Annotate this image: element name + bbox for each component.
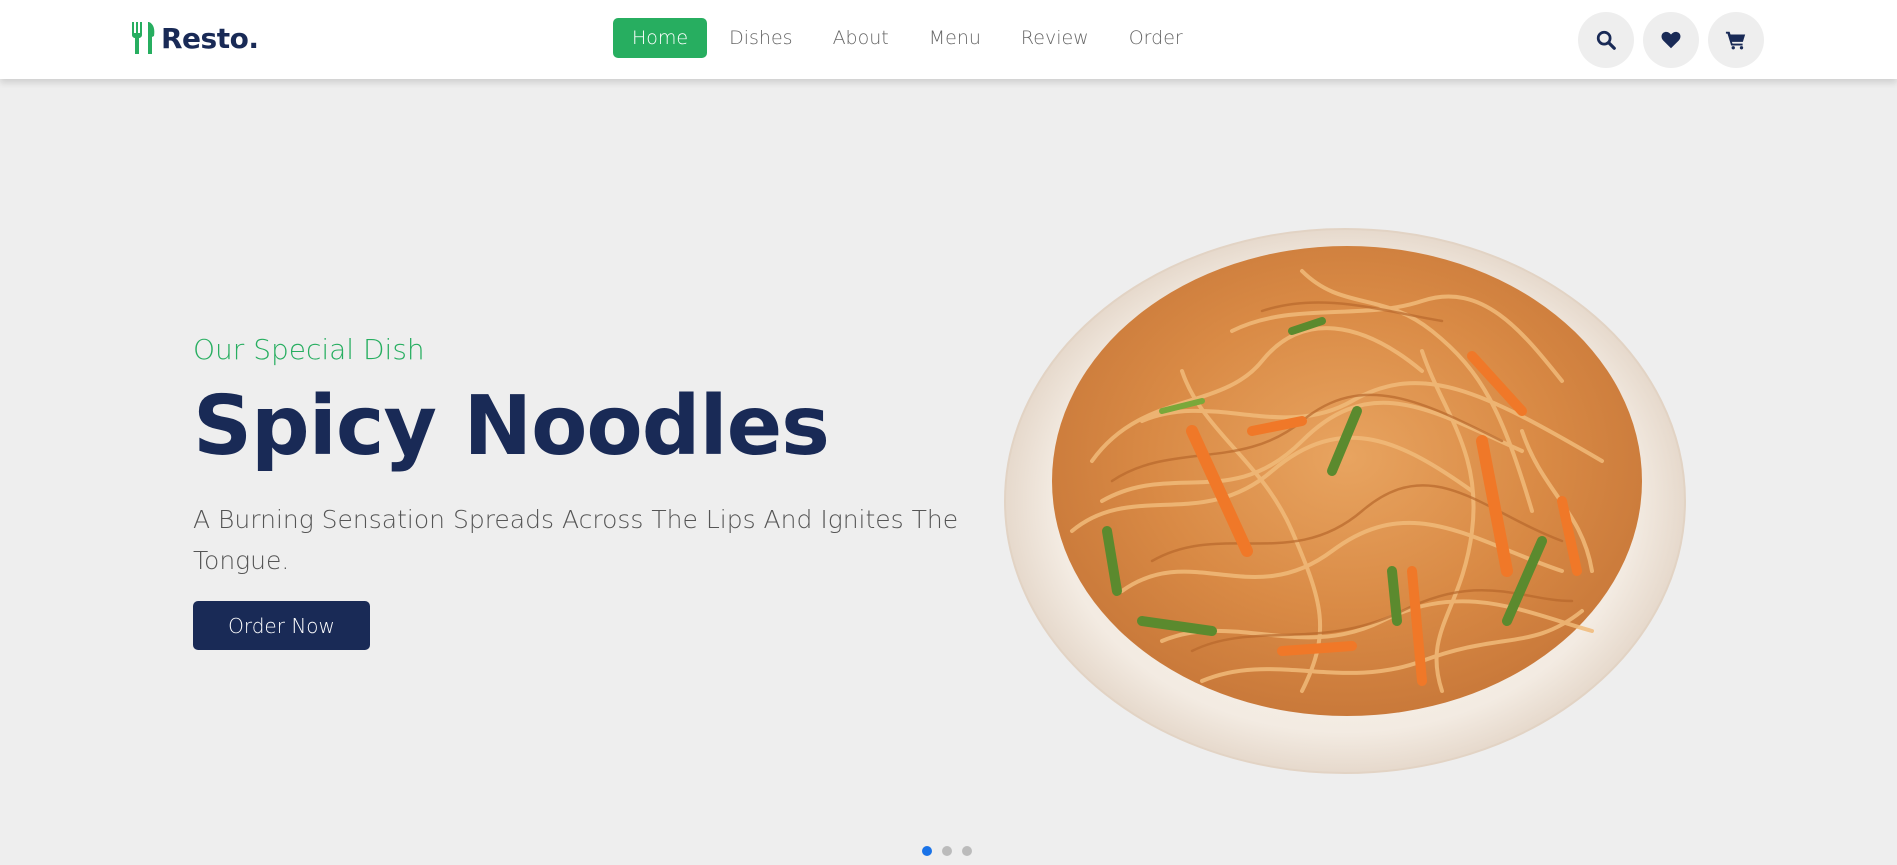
slide-dot-3[interactable]	[962, 846, 972, 856]
search-icon	[1596, 30, 1616, 50]
hero-subtitle: Our Special Dish	[193, 333, 425, 366]
search-button[interactable]	[1578, 12, 1634, 68]
favorites-button[interactable]	[1643, 12, 1699, 68]
logo-text: Resto.	[161, 21, 259, 55]
nav-about[interactable]: About	[815, 18, 907, 58]
nav-review[interactable]: Review	[1003, 18, 1107, 58]
utensils-icon	[132, 22, 155, 54]
slide-dot-2[interactable]	[942, 846, 952, 856]
nav-order[interactable]: Order	[1111, 18, 1201, 58]
nav-dishes[interactable]: Dishes	[711, 18, 810, 58]
logo[interactable]: Resto.	[129, 18, 259, 58]
nav-menu[interactable]: Menu	[911, 18, 999, 58]
hero-title: Spicy Noodles	[193, 379, 830, 474]
nav-home[interactable]: Home	[613, 18, 708, 58]
slider-pagination	[922, 846, 982, 856]
cart-icon	[1725, 31, 1746, 50]
hero-section: Our Special Dish Spicy Noodles A Burning…	[0, 79, 1897, 865]
slide-dot-1[interactable]	[922, 846, 932, 856]
spicy-noodles-image	[1004, 228, 1686, 774]
site-header: Resto. Home Dishes About Menu Review Ord…	[0, 0, 1897, 79]
heart-icon	[1661, 31, 1681, 49]
main-nav: Home Dishes About Menu Review Order	[613, 18, 1205, 58]
cart-button[interactable]	[1708, 12, 1764, 68]
hero-description: A Burning Sensation Spreads Across The L…	[193, 505, 959, 575]
order-now-button[interactable]: Order Now	[193, 601, 370, 650]
